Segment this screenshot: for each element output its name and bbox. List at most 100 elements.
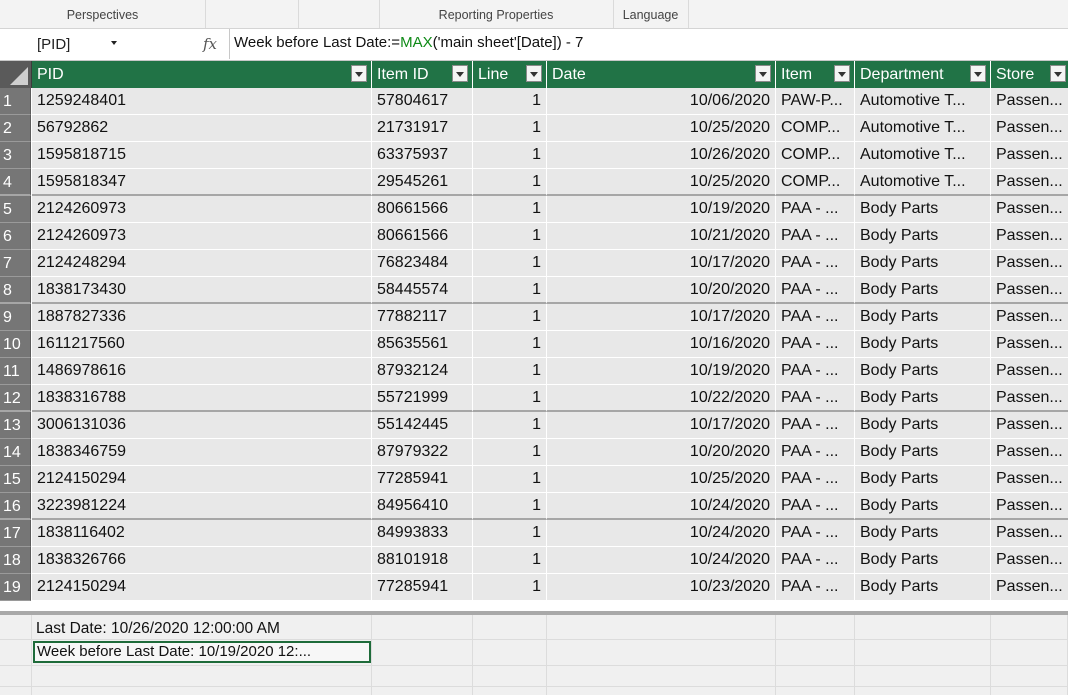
ribbon-group-reporting-properties[interactable]: Reporting Properties xyxy=(379,0,614,28)
table-cell[interactable]: PAA - ... xyxy=(776,250,855,277)
table-cell[interactable]: Automotive T... xyxy=(855,115,991,142)
table-cell[interactable]: 1 xyxy=(473,277,547,304)
table-cell[interactable]: Passen... xyxy=(991,493,1068,520)
table-cell[interactable]: PAA - ... xyxy=(776,466,855,493)
table-cell[interactable]: Body Parts xyxy=(855,196,991,223)
table-cell[interactable]: 10/20/2020 xyxy=(547,439,776,466)
row-number[interactable]: 6 xyxy=(0,223,31,250)
table-row[interactable]: 10 1611217560 85635561 1 10/16/2020 PAA - ...… xyxy=(0,331,1068,358)
row-number[interactable]: 1 xyxy=(0,88,31,115)
column-header-item[interactable]: Item xyxy=(776,61,855,88)
table-cell[interactable]: 1838326766 xyxy=(32,547,372,574)
table-cell[interactable]: Passen... xyxy=(991,304,1068,331)
table-cell[interactable]: 10/26/2020 xyxy=(547,142,776,169)
formula-input[interactable]: Week before Last Date:=MAX('main sheet'[… xyxy=(229,29,1068,59)
column-header-department[interactable]: Department xyxy=(855,61,991,88)
table-cell[interactable]: Body Parts xyxy=(855,574,991,601)
table-cell[interactable]: 84956410 xyxy=(372,493,473,520)
table-row[interactable]: 14 1838346759 87979322 1 10/20/2020 PAA - ...… xyxy=(0,439,1068,466)
table-cell[interactable]: 1887827336 xyxy=(32,304,372,331)
table-cell[interactable]: 10/24/2020 xyxy=(547,520,776,547)
table-cell[interactable]: 1838116402 xyxy=(32,520,372,547)
row-number[interactable]: 13 xyxy=(0,412,31,439)
table-cell[interactable]: COMP... xyxy=(776,169,855,196)
table-row[interactable]: 4 1595818347 29545261 1 10/25/2020 COMP... Aut… xyxy=(0,169,1068,196)
table-cell[interactable]: 1 xyxy=(473,223,547,250)
table-cell[interactable]: 1595818347 xyxy=(32,169,372,196)
table-cell[interactable]: 88101918 xyxy=(372,547,473,574)
table-cell[interactable]: 3223981224 xyxy=(32,493,372,520)
table-cell[interactable]: 2124150294 xyxy=(32,574,372,601)
row-number[interactable]: 12 xyxy=(0,385,31,412)
filter-dropdown-icon[interactable] xyxy=(1050,65,1066,82)
table-cell[interactable]: 1595818715 xyxy=(32,142,372,169)
table-cell[interactable]: 1 xyxy=(473,142,547,169)
table-cell[interactable]: PAA - ... xyxy=(776,385,855,412)
row-number[interactable]: 3 xyxy=(0,142,31,169)
table-cell[interactable]: PAA - ... xyxy=(776,277,855,304)
table-row[interactable]: 5 2124260973 80661566 1 10/19/2020 PAA - ... B… xyxy=(0,196,1068,223)
column-header-item-id[interactable]: Item ID xyxy=(372,61,473,88)
table-cell[interactable]: 57804617 xyxy=(372,88,473,115)
table-cell[interactable]: 1 xyxy=(473,493,547,520)
table-cell[interactable]: PAA - ... xyxy=(776,304,855,331)
table-row[interactable]: 1 1259248401 57804617 1 10/06/2020 PAW-P... Au… xyxy=(0,88,1068,115)
table-cell[interactable]: Body Parts xyxy=(855,304,991,331)
table-cell[interactable]: Body Parts xyxy=(855,412,991,439)
table-cell[interactable]: Passen... xyxy=(991,142,1068,169)
table-cell[interactable]: 1259248401 xyxy=(32,88,372,115)
table-cell[interactable]: COMP... xyxy=(776,142,855,169)
table-cell[interactable]: 87932124 xyxy=(372,358,473,385)
table-row[interactable]: 17 1838116402 84993833 1 10/24/2020 PAA - ...… xyxy=(0,520,1068,547)
row-number[interactable]: 5 xyxy=(0,196,31,223)
table-cell[interactable]: 1 xyxy=(473,196,547,223)
row-number[interactable]: 9 xyxy=(0,304,31,331)
table-cell[interactable]: 58445574 xyxy=(372,277,473,304)
ribbon-group-perspectives[interactable]: Perspectives xyxy=(0,0,206,28)
column-header-line[interactable]: Line xyxy=(473,61,547,88)
table-cell[interactable]: 63375937 xyxy=(372,142,473,169)
table-cell[interactable]: Body Parts xyxy=(855,466,991,493)
table-cell[interactable]: 1 xyxy=(473,115,547,142)
table-cell[interactable]: 10/19/2020 xyxy=(547,196,776,223)
table-cell[interactable]: PAW-P... xyxy=(776,88,855,115)
table-cell[interactable]: 1838316788 xyxy=(32,385,372,412)
table-cell[interactable]: Passen... xyxy=(991,547,1068,574)
table-cell[interactable]: 10/25/2020 xyxy=(547,466,776,493)
table-cell[interactable]: Body Parts xyxy=(855,493,991,520)
table-cell[interactable]: 1 xyxy=(473,304,547,331)
table-cell[interactable]: Automotive T... xyxy=(855,169,991,196)
table-cell[interactable]: PAA - ... xyxy=(776,412,855,439)
table-cell[interactable]: PAA - ... xyxy=(776,574,855,601)
table-cell[interactable]: Passen... xyxy=(991,574,1068,601)
chevron-down-icon[interactable] xyxy=(111,41,117,45)
row-number[interactable]: 14 xyxy=(0,439,31,466)
row-number[interactable]: 7 xyxy=(0,250,31,277)
table-cell[interactable]: 10/25/2020 xyxy=(547,115,776,142)
filter-dropdown-icon[interactable] xyxy=(351,65,367,82)
column-header-pid[interactable]: PID xyxy=(32,61,372,88)
table-cell[interactable]: 55721999 xyxy=(372,385,473,412)
table-cell[interactable]: Body Parts xyxy=(855,358,991,385)
table-cell[interactable]: COMP... xyxy=(776,115,855,142)
column-header-store[interactable]: Store xyxy=(991,61,1068,88)
table-cell[interactable]: Body Parts xyxy=(855,385,991,412)
table-cell[interactable]: 21731917 xyxy=(372,115,473,142)
table-cell[interactable]: 10/06/2020 xyxy=(547,88,776,115)
table-cell[interactable]: 1 xyxy=(473,169,547,196)
table-cell[interactable]: Passen... xyxy=(991,331,1068,358)
table-cell[interactable]: 10/25/2020 xyxy=(547,169,776,196)
row-number[interactable]: 16 xyxy=(0,493,31,520)
table-cell[interactable]: 77285941 xyxy=(372,574,473,601)
table-cell[interactable]: 10/24/2020 xyxy=(547,493,776,520)
table-cell[interactable]: Passen... xyxy=(991,439,1068,466)
table-cell[interactable]: 10/17/2020 xyxy=(547,412,776,439)
table-cell[interactable]: Body Parts xyxy=(855,223,991,250)
measure-last-date[interactable]: Last Date: 10/26/2020 12:00:00 AM xyxy=(36,620,280,638)
table-cell[interactable]: 2124260973 xyxy=(32,196,372,223)
filter-dropdown-icon[interactable] xyxy=(755,65,771,82)
table-cell[interactable]: 1 xyxy=(473,358,547,385)
select-all-corner[interactable] xyxy=(0,61,32,88)
column-header-date[interactable]: Date xyxy=(547,61,776,88)
table-cell[interactable]: 1 xyxy=(473,331,547,358)
